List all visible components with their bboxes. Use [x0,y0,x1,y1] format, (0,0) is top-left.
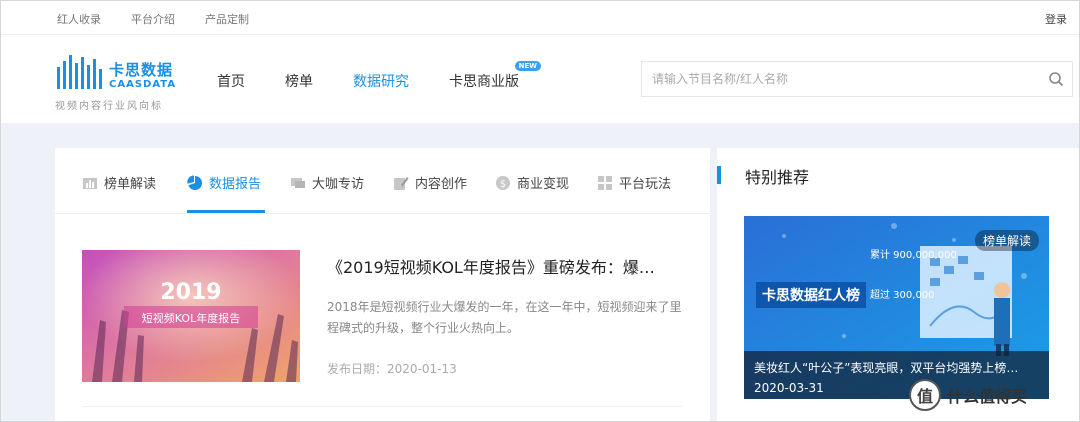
article-title[interactable]: 《2019短视频KOL年度报告》重磅发布：爆… [327,254,687,278]
promo-stat-total: 累计 900,000,000 [870,250,957,261]
promo-caption-title[interactable]: 美妆红人“叶公子”表现亮眼，双平台均强势上榜… [754,359,1039,376]
pie-chart-icon [187,174,203,190]
watermark-logo: 值 [909,379,941,411]
tab-label: 大咖专访 [312,177,365,192]
top-link-custom-product[interactable]: 产品定制 [205,11,249,27]
article-date: 发布日期：2020-01-13 [327,362,457,376]
search-input[interactable] [642,62,1042,96]
section-accent-bar [717,166,721,184]
tab-ranking-analysis[interactable]: 榜单解读 [82,173,156,192]
promo-item[interactable]: 累计 900,000,000 超过 300,000 卡思数据红人榜 榜单解读 美… [744,216,1049,399]
search-box [641,61,1073,97]
logo[interactable]: 卡思数据 CAASDATA 视频内容行业风向标 [55,51,185,112]
header: 卡思数据 CAASDATA 视频内容行业风向标 首页 榜单 数据研究 卡思商业版… [1,35,1079,123]
tab-content-creation[interactable]: 内容创作 [393,173,467,192]
article-divider [82,406,682,407]
svg-text:$: $ [500,179,506,190]
promo-category-tag: 榜单解读 [974,230,1039,251]
top-link-platform-intro[interactable]: 平台介绍 [131,11,175,27]
recommend-title: 特别推荐 [745,168,810,187]
article-description: 2018年是短视频行业大爆发的一年，在这一年中，短视频迎来了里程碑式的升级，整个… [327,300,682,335]
tab-label: 榜单解读 [104,177,157,192]
tab-label: 平台玩法 [619,177,672,192]
nav-item-business-edition[interactable]: 卡思商业版 NEW [449,61,541,91]
thumbnail-year: 2019 [160,280,222,305]
watermark-text: 什么值得买 [947,387,1028,406]
article-thumbnail[interactable]: 2019 短视频KOL年度报告 [82,250,300,382]
top-links: 红人收录 平台介绍 产品定制 [57,11,249,27]
edit-icon [394,176,409,190]
tab-expert-interview[interactable]: 大咖专访 [290,173,364,192]
tab-label: 商业变现 [517,177,570,192]
tab-monetization[interactable]: $ 商业变现 [495,173,569,192]
tab-platform-play[interactable]: 平台玩法 [597,173,671,192]
new-badge: NEW [514,61,541,71]
top-link-kol-index[interactable]: 红人收录 [57,11,101,27]
category-tabs: 榜单解读 数据报告 大咖专访 内容创作 $ 商业变现 平台玩法 [55,148,710,214]
tab-label: 内容创作 [415,177,468,192]
watermark: 值 什么值得买 [909,379,1027,411]
main-nav: 首页 榜单 数据研究 卡思商业版 NEW [217,61,559,91]
logo-name-en: CAASDATA [109,79,177,90]
promo-caption-date: 2020-03-31 [754,381,824,395]
nav-item-home[interactable]: 首页 [217,71,245,91]
top-utility-bar: 红人收录 平台介绍 产品定制 登录 [1,1,1079,35]
thumbnail-title: 短视频KOL年度报告 [141,312,241,325]
active-tab-underline [187,210,265,213]
search-icon[interactable] [1048,71,1064,87]
promo-stat-kol: 超过 300,000 [870,290,935,301]
chat-icon [291,177,305,188]
tab-label: 数据报告 [209,177,262,192]
page-frame: 红人收录 平台介绍 产品定制 登录 卡思数据 CAASDATA 视频内容行业风向… [0,0,1080,422]
article-item[interactable]: 2019 短视频KOL年度报告 《2019短视频KOL年度报告》重磅发布：爆… … [82,250,682,382]
promo-banner-title: 卡思数据红人榜 [756,282,866,308]
bar-chart-icon [83,177,97,189]
main-card: 榜单解读 数据报告 大咖专访 内容创作 $ 商业变现 平台玩法 2019 短视频… [55,148,710,421]
logo-slogan: 视频内容行业风向标 [55,101,163,112]
nav-item-data-research[interactable]: 数据研究 [353,71,409,91]
grid-icon [598,175,612,190]
logo-bars-icon [57,55,102,89]
logo-name-cn: 卡思数据 [109,61,174,79]
nav-item-business-label: 卡思商业版 [449,74,519,90]
tab-data-report[interactable]: 数据报告 [187,173,261,192]
login-link[interactable]: 登录 [1045,11,1067,27]
coin-icon: $ [496,175,510,190]
nav-item-rankings[interactable]: 榜单 [285,71,313,91]
